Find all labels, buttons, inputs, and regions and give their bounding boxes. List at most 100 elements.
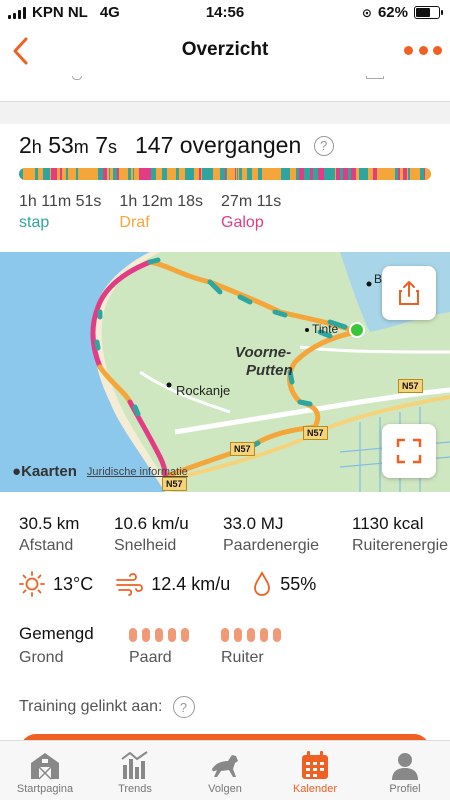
fullscreen-map-button[interactable] xyxy=(382,424,436,478)
gait-segment xyxy=(100,168,103,180)
gait-segment xyxy=(428,168,431,180)
ground-value: Gemengd xyxy=(19,624,94,643)
wind-value: 12.4 km/u xyxy=(151,573,231,594)
gait-segment xyxy=(398,168,400,180)
gait-segment xyxy=(343,168,348,180)
gait-segment xyxy=(155,168,156,180)
share-icon xyxy=(399,281,419,305)
gait-segment xyxy=(420,168,424,180)
road-badge: N57 xyxy=(303,426,328,440)
help-icon[interactable]: ? xyxy=(172,696,195,718)
section-divider xyxy=(0,102,450,124)
place-label-b: B xyxy=(374,272,383,286)
rider-rating[interactable]: Ruiter xyxy=(221,624,293,667)
tab-label: Volgen xyxy=(208,783,242,795)
gait-segment xyxy=(107,168,109,180)
gait-segment xyxy=(44,168,46,180)
tab-label: Kalender xyxy=(292,783,338,795)
gait-segment xyxy=(227,168,230,180)
gait-segment xyxy=(400,168,403,180)
gait-segment xyxy=(226,168,227,180)
barn-icon xyxy=(31,753,59,780)
gait-segment xyxy=(23,168,25,180)
gait-stat-trot: 1h 12m 18s Draf xyxy=(119,193,203,232)
place-label-tinte: Tinte xyxy=(312,322,339,336)
droplet-icon xyxy=(254,571,271,596)
gait-segment xyxy=(330,168,335,180)
gait-segment xyxy=(62,168,66,180)
gait-segment xyxy=(359,168,365,180)
gait-segment xyxy=(202,168,207,180)
help-icon[interactable]: ? xyxy=(313,135,334,156)
tab-profile[interactable]: Profiel xyxy=(360,741,450,800)
map-attribution: ●Kaarten Juridische informatie xyxy=(12,463,188,480)
gait-segment xyxy=(98,168,100,180)
gait-segment xyxy=(238,168,239,180)
gait-segment xyxy=(194,168,199,180)
legal-link[interactable]: Juridische informatie xyxy=(87,466,188,478)
calendar-icon xyxy=(302,751,328,779)
stats-row: 30.5 km Afstand 10.6 km/u Snelheid 33.0 … xyxy=(19,514,450,555)
gait-segment xyxy=(377,168,380,180)
gait-segment xyxy=(230,168,233,180)
gait-segment xyxy=(25,168,29,180)
gait-segment xyxy=(50,168,51,180)
tab-follow[interactable]: Volgen xyxy=(180,741,270,800)
weather-row: 13°C 12.4 km/u 55% xyxy=(19,571,338,597)
gait-segment xyxy=(57,168,60,180)
gait-segment xyxy=(156,168,159,180)
tab-home[interactable]: Startpagina xyxy=(0,741,90,800)
stat-label: Paardenergie xyxy=(223,537,320,554)
gait-segment xyxy=(324,168,330,180)
weather-temperature: 13°C xyxy=(19,571,93,597)
share-button[interactable] xyxy=(382,266,436,320)
gait-segment xyxy=(252,168,258,180)
gait-segment xyxy=(151,168,155,180)
gait-segment xyxy=(408,168,410,180)
gait-segment xyxy=(119,168,122,180)
gait-segment xyxy=(242,168,247,180)
place-dot xyxy=(305,328,309,332)
gait-stat-canter: 27m 11s Galop xyxy=(221,193,281,232)
gait-distribution: 1h 11m 51s stap 1h 12m 18s Draf 27m 11s … xyxy=(19,193,281,232)
tab-calendar[interactable]: Kalender xyxy=(270,741,360,800)
gait-segment xyxy=(173,168,176,180)
gait-segment xyxy=(287,168,290,180)
gait-segment xyxy=(368,168,372,180)
gait-timeline-bar xyxy=(19,168,431,180)
gait-segment xyxy=(351,168,356,180)
gait-segment xyxy=(219,168,220,180)
horse-rating[interactable]: Paard xyxy=(129,624,201,667)
stat-label: Snelheid xyxy=(114,537,177,554)
temperature-value: 13°C xyxy=(53,573,94,594)
tab-trends[interactable]: Trends xyxy=(90,741,180,800)
gait-segment xyxy=(372,168,373,180)
gait-segment xyxy=(290,168,296,180)
tab-label: Trends xyxy=(118,783,152,795)
gait-segment xyxy=(395,168,398,180)
gait-segment xyxy=(410,168,414,180)
gait-segment xyxy=(318,168,324,180)
gait-segment xyxy=(262,168,265,180)
maps-logo: ●Kaarten xyxy=(12,463,77,480)
more-options-icon[interactable] xyxy=(404,40,442,60)
gait-segment xyxy=(43,168,44,180)
gait-segment xyxy=(185,168,191,180)
gait-segment xyxy=(133,168,134,180)
gait-segment xyxy=(365,168,366,180)
weather-wind: 12.4 km/u xyxy=(115,572,230,596)
gait-segment xyxy=(407,168,408,180)
gait-segment xyxy=(51,168,57,180)
stat-label: Afstand xyxy=(19,537,74,554)
gait-segment xyxy=(201,168,202,180)
summary-row: 2h 53m 7s 147 overgangen ? xyxy=(19,132,334,159)
gait-segment xyxy=(281,168,287,180)
gait-segment xyxy=(60,168,62,180)
stat-value: 33.0 MJ xyxy=(223,514,284,533)
gait-segment xyxy=(134,168,139,180)
gait-segment xyxy=(310,168,313,180)
scrolled-content-edge xyxy=(0,76,450,102)
place-label-voorne: Voorne- xyxy=(235,344,292,361)
gait-segment xyxy=(46,168,47,180)
place-dot xyxy=(366,281,372,287)
